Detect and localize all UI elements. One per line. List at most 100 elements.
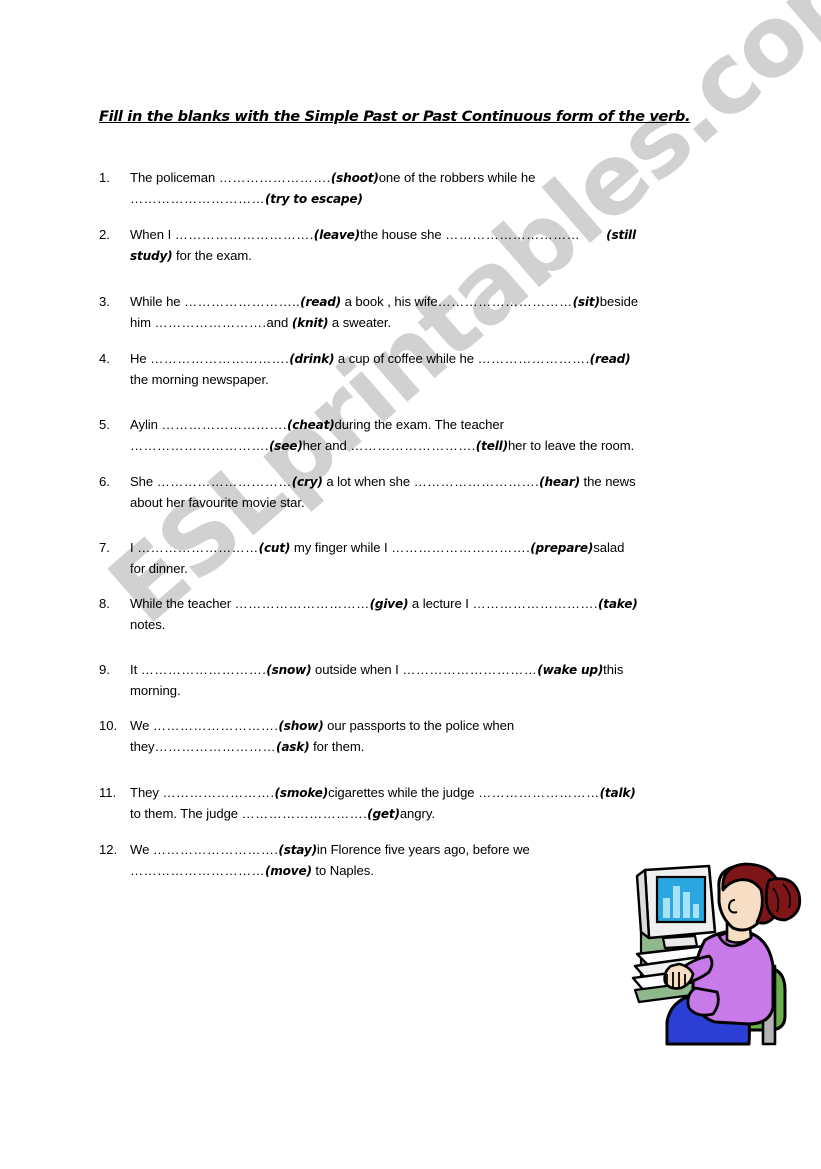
item-text: a lecture I	[408, 596, 473, 611]
blank-line[interactable]: ……………………….	[161, 417, 286, 432]
blank-line[interactable]: …………………………	[130, 863, 265, 878]
item-body: She …………………………(cry) a lot when she ………………	[130, 472, 724, 512]
verb-cue: (drink)	[289, 352, 335, 366]
verb-cue: (give)	[369, 597, 409, 611]
item-text: We	[130, 718, 153, 733]
blank-line[interactable]: ……………………….	[153, 842, 278, 857]
exercise-item-10: 10. We ……………………….(show) our passports to…	[99, 716, 724, 757]
blank-line[interactable]: ………………………	[478, 785, 599, 800]
item-number: 5.	[99, 417, 110, 432]
blank-line[interactable]: …………………….	[163, 785, 275, 800]
blank-line[interactable]: ……………………….	[153, 718, 278, 733]
exercise-item-5: 5. Aylin ……………………….(cheat)during the exa…	[99, 415, 724, 456]
item-text: her and	[302, 437, 351, 453]
item-text: the morning newspaper.	[130, 371, 269, 387]
verb-cue: (knit)	[291, 315, 329, 330]
exercise-item-6: 6. She …………………………(cry) a lot when she ………	[99, 472, 724, 512]
blank-line[interactable]: ………………………….	[130, 438, 269, 453]
exercise-item-9: 9. It ……………………….(snow) outside when I ………	[99, 660, 724, 700]
exercise-item-8: 8. While the teacher …………………………(give) a …	[99, 594, 724, 634]
blank-line[interactable]: ………………………….	[150, 351, 289, 366]
item-text: a cup of coffee while he	[334, 351, 478, 366]
verb-cue: (ask)	[276, 739, 310, 754]
item-number: 12.	[99, 842, 118, 857]
item-text: a sweater.	[328, 314, 392, 330]
item-body: While the teacher …………………………(give) a lec…	[130, 594, 724, 634]
item-text: notes.	[130, 616, 166, 632]
item-text: this	[603, 662, 624, 677]
item-text: for them.	[309, 738, 365, 754]
blank-line[interactable]: ……………………….	[242, 806, 367, 821]
blank-line[interactable]: ………………………….	[175, 227, 314, 242]
item-number: 7.	[99, 540, 110, 555]
woman-at-computer-clipart	[623, 862, 813, 1047]
verb-cue: (cry)	[291, 475, 323, 489]
blank-line[interactable]: …………………………	[235, 596, 370, 611]
verb-cue: (sit)	[572, 295, 600, 309]
item-number: 9.	[99, 662, 110, 677]
blank-line[interactable]: …………………………	[438, 294, 573, 309]
item-text: salad	[593, 540, 625, 555]
blank-line[interactable]: …………………………	[130, 191, 265, 206]
item-text: It	[130, 662, 141, 677]
blank-line[interactable]: ………………………….	[391, 540, 530, 555]
item-text: her to leave the room.	[507, 437, 635, 453]
item-text: angry.	[399, 805, 435, 821]
verb-cue: (read)	[589, 352, 631, 366]
blank-line[interactable]: ……………………….	[141, 662, 266, 677]
item-number: 11.	[99, 785, 117, 800]
item-text: to Naples.	[311, 862, 374, 878]
item-number: 3.	[99, 294, 110, 309]
verb-cue: (hear)	[539, 475, 580, 489]
blank-line[interactable]: …………………………	[157, 474, 292, 489]
blank-line[interactable]: ……………………….	[414, 474, 539, 489]
item-text: to them. The judge	[130, 805, 242, 821]
verb-cue: (wake up)	[537, 663, 604, 677]
verb-cue: (shoot)	[330, 171, 379, 185]
verb-cue: (still	[606, 228, 636, 242]
blank-line[interactable]: …………………….	[219, 170, 331, 185]
item-text: in Florence five years ago, before we	[316, 842, 530, 857]
blank-line[interactable]: ……………………..	[184, 294, 300, 309]
blank-line[interactable]: ………………………	[155, 739, 276, 754]
item-text: the news	[579, 474, 636, 489]
blank-line[interactable]: ……………………….	[350, 438, 475, 453]
item-text: a lot when she	[322, 474, 414, 489]
verb-cue: (take)	[597, 597, 638, 611]
item-text: They	[130, 785, 163, 800]
exercise-item-11: 11. They …………………….(smoke)cigarettes whil…	[99, 783, 724, 824]
blank-line[interactable]: …………………….	[155, 315, 267, 330]
item-text: the house she	[360, 227, 446, 242]
exercise-item-1: 1. The policeman …………………….(shoot)one of …	[99, 168, 724, 209]
worksheet-page: ESLprintables.com Fill in the blanks wit…	[0, 0, 821, 1169]
blank-line[interactable]: …………………………	[402, 662, 537, 677]
item-text: We	[130, 842, 153, 857]
blank-line[interactable]: ……………………….	[472, 596, 597, 611]
page-title: Fill in the blanks with the Simple Past …	[99, 108, 691, 125]
item-number: 6.	[99, 474, 110, 489]
item-text: cigarettes while the judge	[328, 785, 479, 800]
item-text: our passports to the police when	[323, 718, 515, 733]
exercise-item-3: 3. While he ……………………..(read) a book , hi…	[99, 292, 724, 333]
item-text: When I	[130, 227, 175, 242]
exercise-item-12: 12. We ……………………….(stay)in Florence five …	[99, 840, 724, 881]
blank-line[interactable]: …………………….	[478, 351, 590, 366]
exercise-item-4: 4. He ………………………….(drink) a cup of coffee…	[99, 349, 724, 389]
verb-cue: (move)	[264, 863, 312, 878]
item-text: and	[266, 314, 292, 330]
blank-line[interactable]: …………………………	[445, 227, 580, 242]
item-number: 4.	[99, 351, 110, 366]
verb-cue: study)	[130, 248, 173, 263]
exercise-item-7: 7. I ………………………(cut) my finger while I ………	[99, 538, 724, 578]
verb-cue: (cut)	[258, 541, 291, 555]
item-text: While he	[130, 294, 185, 309]
blank-line[interactable]: ………………………	[137, 540, 258, 555]
